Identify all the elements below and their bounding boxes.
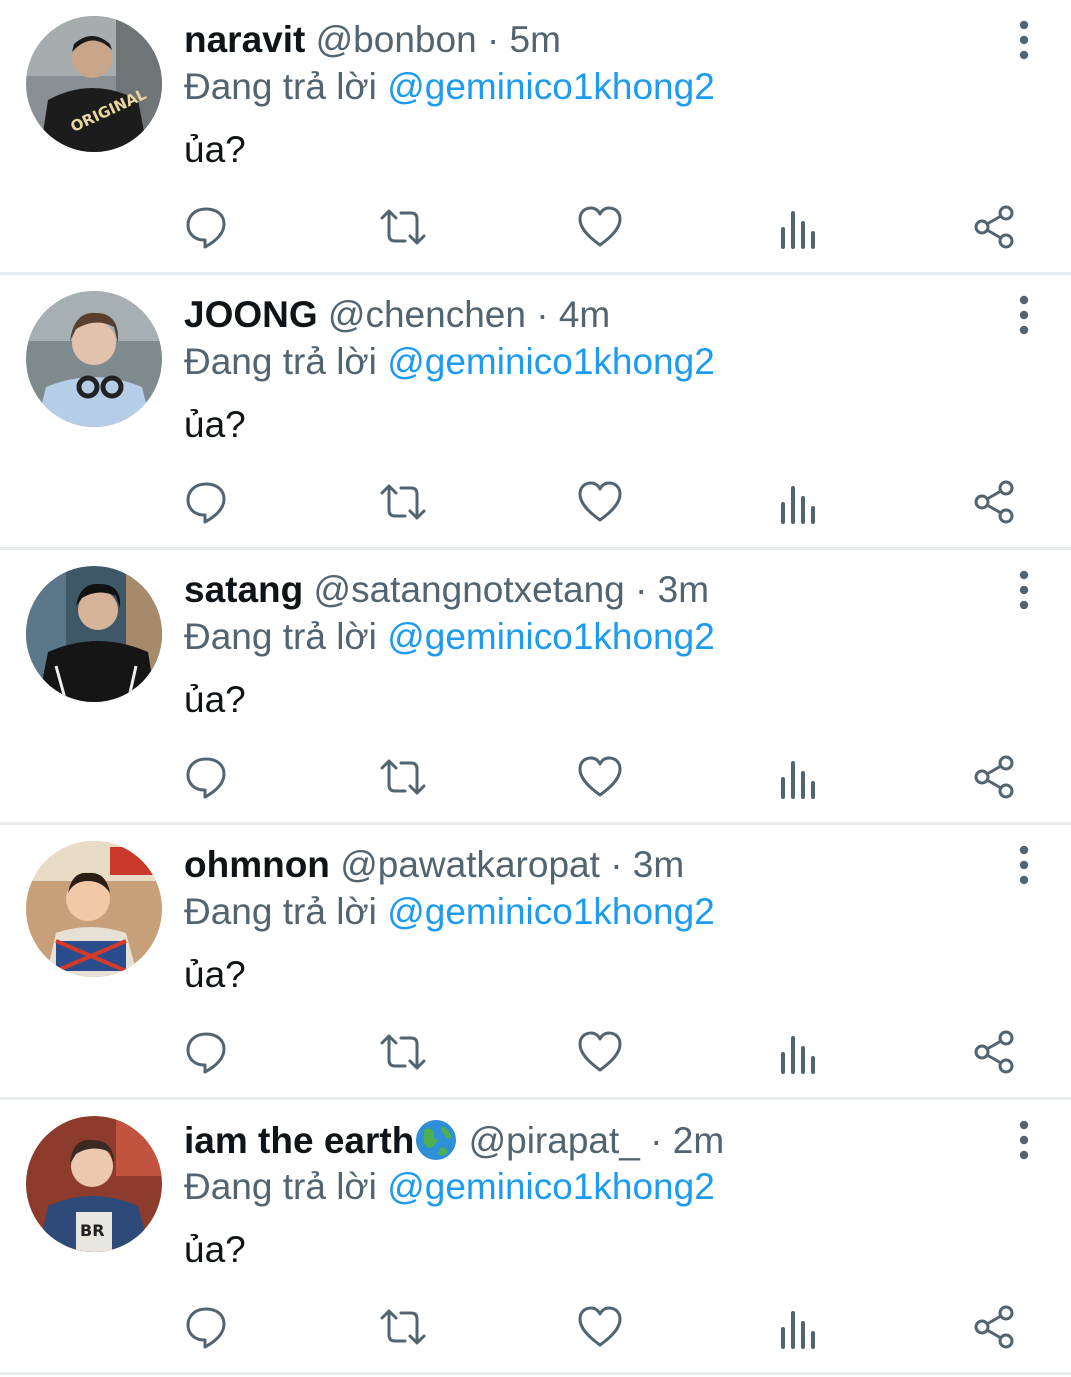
- retweet-icon[interactable]: [379, 203, 427, 251]
- replying-to: Đang trả lời @geminico1khong2: [184, 890, 715, 934]
- more-vertical-icon[interactable]: [1004, 843, 1044, 887]
- mention-link[interactable]: @geminico1khong2: [387, 616, 715, 657]
- timestamp[interactable]: 3m: [633, 844, 684, 885]
- tweet-actions: [0, 1303, 1071, 1351]
- display-name[interactable]: iam the earth: [184, 1120, 414, 1161]
- heart-icon[interactable]: [576, 753, 624, 801]
- views-icon[interactable]: [773, 1028, 821, 1076]
- tweet[interactable]: satang @satangnotxetang · 3m Đang trả lờ…: [0, 550, 1071, 825]
- timestamp[interactable]: 5m: [510, 19, 561, 60]
- retweet-icon[interactable]: [379, 1303, 427, 1351]
- views-icon[interactable]: [773, 203, 821, 251]
- separator-dot: ·: [536, 294, 549, 335]
- share-icon[interactable]: [970, 1303, 1018, 1351]
- user-handle[interactable]: @satangnotxetang: [314, 569, 625, 610]
- more-vertical-icon[interactable]: [1004, 568, 1044, 612]
- tweet[interactable]: BR iam the earth @pirapat_ · 2m Đang trả…: [0, 1100, 1071, 1375]
- share-icon[interactable]: [970, 753, 1018, 801]
- svg-text:BR: BR: [80, 1221, 105, 1240]
- views-icon[interactable]: [773, 1303, 821, 1351]
- separator-dot: ·: [635, 569, 648, 610]
- views-icon[interactable]: [773, 478, 821, 526]
- separator-dot: ·: [610, 844, 623, 885]
- separator-dot: ·: [650, 1120, 663, 1161]
- more-vertical-icon[interactable]: [1004, 18, 1044, 62]
- retweet-icon[interactable]: [379, 753, 427, 801]
- user-handle[interactable]: @bonbon: [316, 19, 477, 60]
- replying-to-label: Đang trả lời: [184, 616, 377, 657]
- tweet-actions: [0, 753, 1071, 801]
- mention-link[interactable]: @geminico1khong2: [387, 891, 715, 932]
- mention-link[interactable]: @geminico1khong2: [387, 341, 715, 382]
- tweet-text: ủa?: [184, 129, 246, 170]
- user-handle[interactable]: @pawatkaropat: [340, 844, 600, 885]
- replying-to-label: Đang trả lời: [184, 66, 377, 107]
- tweet-text: ủa?: [184, 404, 246, 445]
- retweet-icon[interactable]: [379, 1028, 427, 1076]
- avatar[interactable]: [26, 291, 162, 427]
- display-name[interactable]: naravit: [184, 19, 305, 60]
- tweet-actions: [0, 1028, 1071, 1076]
- share-icon[interactable]: [970, 203, 1018, 251]
- replying-to-label: Đang trả lời: [184, 891, 377, 932]
- views-icon[interactable]: [773, 753, 821, 801]
- user-handle[interactable]: @pirapat_: [469, 1120, 640, 1161]
- replying-to: Đang trả lời @geminico1khong2: [184, 65, 715, 109]
- tweet-header: iam the earth @pirapat_ · 2m: [184, 1118, 724, 1163]
- heart-icon[interactable]: [576, 478, 624, 526]
- tweet[interactable]: ORIGINAL naravit @bonbon · 5m Đang trả l…: [0, 0, 1071, 275]
- reply-icon[interactable]: [182, 1303, 230, 1351]
- reply-icon[interactable]: [182, 1028, 230, 1076]
- heart-icon[interactable]: [576, 203, 624, 251]
- heart-icon[interactable]: [576, 1303, 624, 1351]
- replying-to: Đang trả lời @geminico1khong2: [184, 615, 715, 659]
- timestamp[interactable]: 3m: [658, 569, 709, 610]
- display-name[interactable]: satang: [184, 569, 303, 610]
- replying-to: Đang trả lời @geminico1khong2: [184, 340, 715, 384]
- tweet-text: ủa?: [184, 1229, 246, 1270]
- user-handle[interactable]: @chenchen: [328, 294, 526, 335]
- mention-link[interactable]: @geminico1khong2: [387, 1166, 715, 1207]
- mention-link[interactable]: @geminico1khong2: [387, 66, 715, 107]
- tweet-header: satang @satangnotxetang · 3m: [184, 568, 709, 612]
- tweet-header: JOONG @chenchen · 4m: [184, 293, 610, 337]
- display-name[interactable]: JOONG: [184, 294, 318, 335]
- replying-to: Đang trả lời @geminico1khong2: [184, 1165, 715, 1209]
- heart-icon[interactable]: [576, 1028, 624, 1076]
- share-icon[interactable]: [970, 1028, 1018, 1076]
- reply-icon[interactable]: [182, 753, 230, 801]
- tweet-text: ủa?: [184, 954, 246, 995]
- share-icon[interactable]: [970, 478, 1018, 526]
- retweet-icon[interactable]: [379, 478, 427, 526]
- display-name[interactable]: ohmnon: [184, 844, 330, 885]
- tweet-header: ohmnon @pawatkaropat · 3m: [184, 843, 684, 887]
- tweet-header: naravit @bonbon · 5m: [184, 18, 561, 62]
- avatar[interactable]: [26, 841, 162, 977]
- more-vertical-icon[interactable]: [1004, 1118, 1044, 1162]
- tweet[interactable]: JOONG @chenchen · 4m Đang trả lời @gemin…: [0, 275, 1071, 550]
- reply-feed: ORIGINAL naravit @bonbon · 5m Đang trả l…: [0, 0, 1071, 1375]
- tweet[interactable]: ohmnon @pawatkaropat · 3m Đang trả lời @…: [0, 825, 1071, 1100]
- more-vertical-icon[interactable]: [1004, 293, 1044, 337]
- timestamp[interactable]: 2m: [673, 1120, 724, 1161]
- separator-dot: ·: [486, 19, 500, 60]
- reply-icon[interactable]: [182, 478, 230, 526]
- avatar[interactable]: BR: [26, 1116, 162, 1252]
- avatar[interactable]: [26, 566, 162, 702]
- avatar[interactable]: ORIGINAL: [26, 16, 162, 152]
- tweet-actions: [0, 478, 1071, 526]
- replying-to-label: Đang trả lời: [184, 341, 377, 382]
- globe-icon: [414, 1118, 458, 1162]
- timestamp[interactable]: 4m: [559, 294, 610, 335]
- tweet-text: ủa?: [184, 679, 246, 720]
- replying-to-label: Đang trả lời: [184, 1166, 377, 1207]
- tweet-actions: [0, 203, 1071, 251]
- reply-icon[interactable]: [182, 203, 230, 251]
